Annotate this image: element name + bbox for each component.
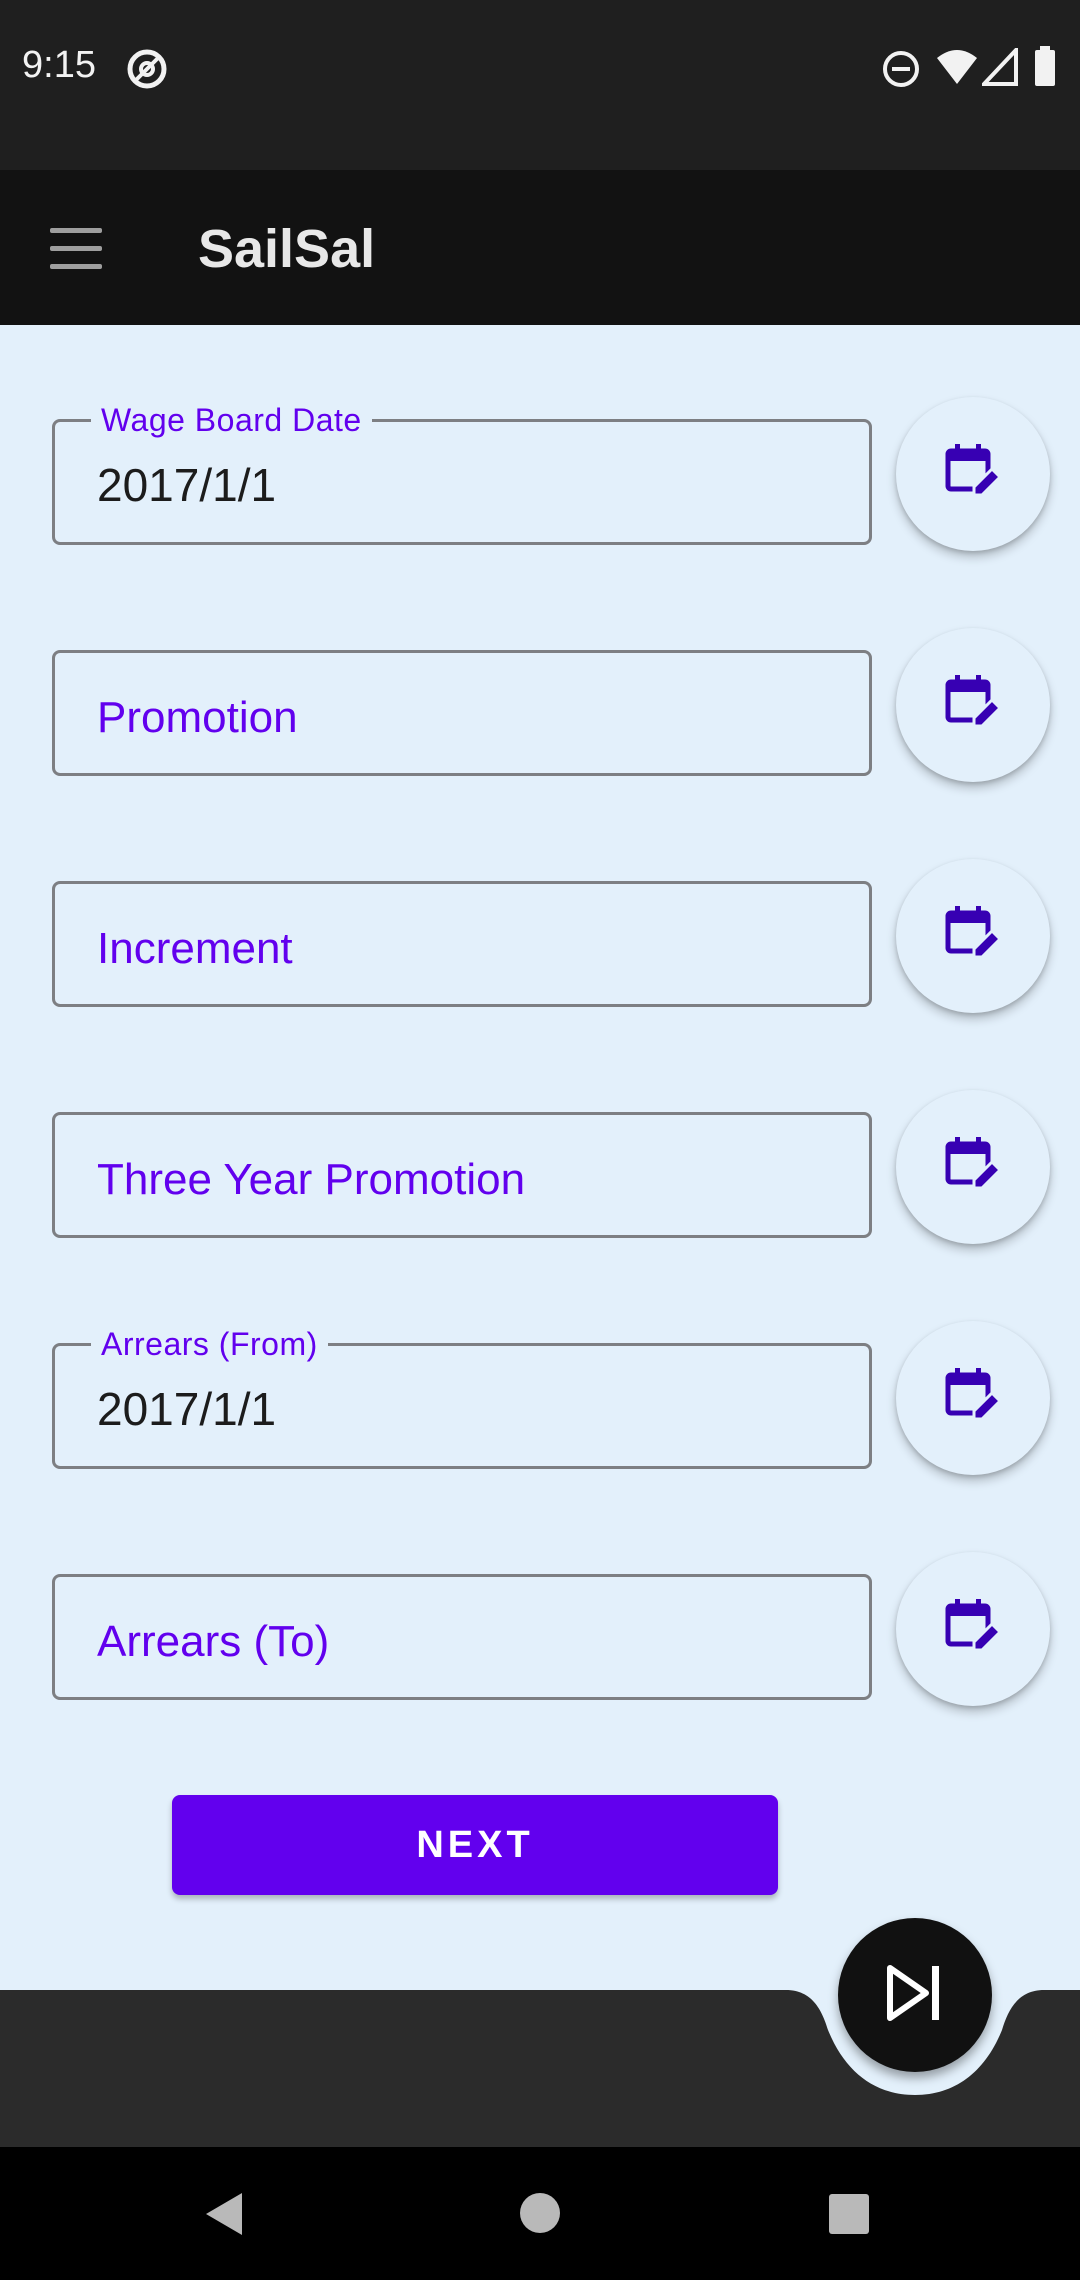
home-icon[interactable] [518, 2191, 562, 2240]
app-bar: SailSal [0, 170, 1080, 325]
status-bar: 9:15 [0, 0, 1080, 170]
field-value: 2017/1/1 [97, 1383, 277, 1435]
field-label: Arrears (From) [91, 1326, 328, 1363]
calendar-edit-icon [944, 905, 1003, 968]
field-value: 2017/1/1 [97, 459, 277, 511]
at-sign-icon [126, 48, 168, 95]
wage-board-date-field[interactable]: Wage Board Date 2017/1/1 [52, 402, 872, 545]
calendar-edit-icon [944, 443, 1003, 506]
calendar-edit-button[interactable] [896, 397, 1050, 551]
back-icon[interactable] [204, 2191, 244, 2242]
increment-row: Increment [0, 847, 1080, 1013]
signal-icon [979, 44, 1018, 91]
hamburger-menu-icon[interactable] [36, 212, 116, 284]
wage-board-date-row: Wage Board Date 2017/1/1 [0, 385, 1080, 551]
promotion-row: Promotion [0, 616, 1080, 782]
calendar-edit-icon [944, 1136, 1003, 1199]
arrears-from-row: Arrears (From) 2017/1/1 [0, 1309, 1080, 1475]
status-time: 9:15 [22, 44, 96, 86]
promotion-field[interactable]: Promotion [52, 650, 872, 776]
system-nav-bar [0, 2147, 1080, 2280]
three-year-promotion-field[interactable]: Three Year Promotion [52, 1112, 872, 1238]
do-not-disturb-icon [882, 50, 920, 93]
recents-icon[interactable] [828, 2193, 870, 2240]
calendar-edit-icon [944, 1367, 1003, 1430]
calendar-edit-button[interactable] [896, 1552, 1050, 1706]
wifi-icon [936, 48, 978, 91]
calendar-edit-button[interactable] [896, 628, 1050, 782]
calendar-edit-icon [944, 674, 1003, 737]
arrears-to-field[interactable]: Arrears (To) [52, 1574, 872, 1700]
calendar-edit-button[interactable] [896, 1090, 1050, 1244]
three-year-promotion-row: Three Year Promotion [0, 1078, 1080, 1244]
field-placeholder: Promotion [97, 693, 298, 742]
skip-next-fab[interactable] [838, 1918, 992, 2072]
calendar-edit-icon [944, 1598, 1003, 1661]
next-button[interactable]: NEXT [172, 1795, 778, 1895]
calendar-edit-button[interactable] [896, 859, 1050, 1013]
arrears-to-row: Arrears (To) [0, 1540, 1080, 1706]
app-title: SailSal [198, 219, 376, 279]
increment-field[interactable]: Increment [52, 881, 872, 1007]
field-placeholder: Three Year Promotion [97, 1155, 526, 1204]
form-content: Wage Board Date 2017/1/1 Promotion Incre… [0, 325, 1080, 1995]
skip-next-icon [884, 1964, 946, 2027]
field-placeholder: Arrears (To) [97, 1617, 330, 1666]
field-placeholder: Increment [97, 924, 293, 973]
field-label: Wage Board Date [91, 402, 372, 439]
calendar-edit-button[interactable] [896, 1321, 1050, 1475]
battery-icon [1034, 46, 1056, 91]
arrears-from-field[interactable]: Arrears (From) 2017/1/1 [52, 1326, 872, 1469]
